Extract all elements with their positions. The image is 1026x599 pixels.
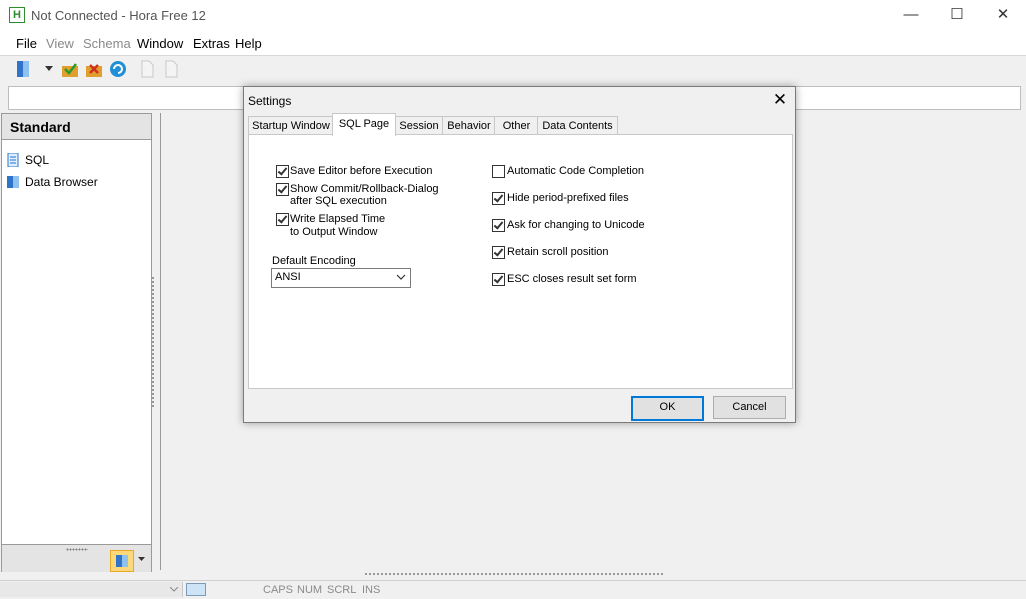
tab-other[interactable]: Other bbox=[494, 116, 539, 135]
ask-unicode-checkbox[interactable] bbox=[492, 219, 505, 232]
window-title: Not Connected - Hora Free 12 bbox=[31, 8, 206, 23]
menu-bar: File View Schema Window Extras Help bbox=[0, 31, 1026, 56]
save-editor-checkbox[interactable] bbox=[276, 165, 289, 178]
dialog-close-button[interactable]: ✕ bbox=[769, 89, 791, 111]
menu-view[interactable]: View bbox=[46, 36, 74, 51]
panel-mode-icon bbox=[116, 555, 128, 567]
tab-sql-page[interactable]: SQL Page bbox=[332, 113, 396, 136]
vertical-splitter-grip[interactable] bbox=[151, 276, 155, 408]
esc-closes-checkbox[interactable] bbox=[492, 273, 505, 286]
status-bar: CAPS NUM SCRL INS bbox=[0, 580, 1026, 599]
panel-item-label: SQL bbox=[25, 153, 50, 167]
sql-page-panel: Save Editor before Execution Show Commit… bbox=[248, 134, 793, 389]
status-caps: CAPS bbox=[263, 584, 293, 596]
close-window-button[interactable]: ✕ bbox=[980, 0, 1026, 31]
chevron-down-icon bbox=[396, 274, 406, 280]
commit-icon[interactable] bbox=[61, 60, 79, 78]
elapsed-time-checkbox[interactable] bbox=[276, 213, 289, 226]
default-encoding-select[interactable]: ANSI bbox=[271, 268, 411, 288]
status-scrl: SCRL bbox=[327, 584, 357, 596]
panel-item-data-browser[interactable]: Data Browser bbox=[6, 174, 146, 192]
settings-dialog: Settings ✕ Startup Window SQL Page Sessi… bbox=[243, 86, 796, 423]
maximize-button[interactable]: ☐ bbox=[934, 0, 980, 31]
default-encoding-label: Default Encoding bbox=[272, 255, 356, 267]
panel-item-label: Data Browser bbox=[25, 175, 98, 189]
cancel-button[interactable]: Cancel bbox=[713, 396, 786, 419]
save-editor-label: Save Editor before Execution bbox=[290, 165, 433, 177]
ask-unicode-label: Ask for changing to Unicode bbox=[507, 219, 645, 231]
menu-schema[interactable]: Schema bbox=[83, 36, 131, 51]
panel-footer bbox=[2, 544, 151, 572]
sql-page-icon bbox=[7, 153, 19, 167]
retain-scroll-checkbox[interactable] bbox=[492, 246, 505, 259]
panel-mode-button[interactable] bbox=[110, 550, 134, 572]
title-bar: H Not Connected - Hora Free 12 — ☐ ✕ bbox=[0, 0, 1026, 31]
tab-startup-window[interactable]: Startup Window bbox=[248, 116, 334, 135]
ok-button[interactable]: OK bbox=[631, 396, 704, 421]
panel-toggle-icon[interactable] bbox=[14, 60, 32, 78]
tab-data-contents[interactable]: Data Contents bbox=[537, 116, 618, 135]
commit-rollback-checkbox[interactable] bbox=[276, 183, 289, 196]
esc-closes-label: ESC closes result set form bbox=[507, 273, 637, 285]
panel-title: Standard bbox=[10, 119, 71, 135]
panel-header: Standard bbox=[2, 114, 151, 140]
hide-period-files-checkbox[interactable] bbox=[492, 192, 505, 205]
minimize-button[interactable]: — bbox=[888, 0, 934, 31]
status-image-icon bbox=[186, 583, 206, 596]
hide-period-files-label: Hide period-prefixed files bbox=[507, 192, 629, 204]
menu-window[interactable]: Window bbox=[137, 36, 183, 51]
menu-help[interactable]: Help bbox=[235, 36, 262, 51]
dropdown-arrow-icon[interactable] bbox=[45, 66, 53, 72]
retain-scroll-label: Retain scroll position bbox=[507, 246, 609, 258]
hora-app-icon[interactable]: H bbox=[9, 7, 25, 23]
commit-rollback-label: Show Commit/Rollback-Dialog bbox=[290, 183, 439, 195]
horizontal-splitter-grip[interactable] bbox=[364, 572, 664, 576]
tab-session[interactable]: Session bbox=[394, 116, 444, 135]
data-browser-icon bbox=[7, 176, 19, 188]
dialog-title: Settings bbox=[248, 94, 292, 108]
status-connection-select[interactable] bbox=[0, 582, 183, 597]
panel-item-sql[interactable]: SQL bbox=[6, 152, 146, 170]
rollback-icon[interactable] bbox=[85, 60, 103, 78]
elapsed-time-label: Write Elapsed Time bbox=[290, 213, 386, 225]
chevron-down-icon bbox=[170, 587, 178, 592]
new-document-icon[interactable] bbox=[138, 60, 156, 78]
commit-rollback-label-line2: after SQL execution bbox=[290, 195, 387, 207]
status-ins: INS bbox=[362, 584, 381, 596]
tab-behavior[interactable]: Behavior bbox=[442, 116, 496, 135]
copy-document-icon[interactable] bbox=[162, 60, 180, 78]
panel-mode-dropdown-icon[interactable] bbox=[138, 557, 145, 562]
elapsed-time-label-line2: to Output Window bbox=[290, 226, 378, 238]
refresh-icon[interactable] bbox=[109, 60, 127, 78]
status-num: NUM bbox=[297, 584, 323, 596]
code-completion-label: Automatic Code Completion bbox=[507, 165, 644, 177]
panel-splitter-grip[interactable] bbox=[66, 548, 88, 551]
menu-extras[interactable]: Extras bbox=[193, 36, 230, 51]
menu-file[interactable]: File bbox=[16, 36, 37, 51]
toolbar bbox=[0, 56, 1026, 84]
code-completion-checkbox[interactable] bbox=[492, 165, 505, 178]
encoding-value: ANSI bbox=[275, 271, 301, 283]
navigator-panel: Standard SQL Data Browser bbox=[1, 113, 152, 572]
